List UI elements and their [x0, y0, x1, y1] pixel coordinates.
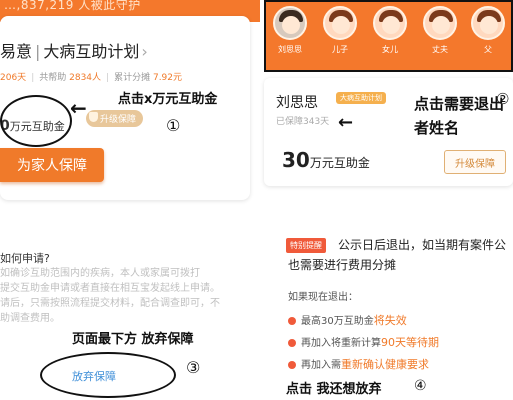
- plan-title[interactable]: 易意 | 大病互助计划 ›: [0, 38, 148, 62]
- notice-text-line1: 公示日后退出，如当期有案件公: [338, 238, 507, 252]
- member-avatar-item[interactable]: 女儿: [368, 6, 412, 55]
- plan-name: 大病互助计划: [43, 42, 140, 61]
- apply-description: 如确诊互助范围内的疾病，本人或家属可拨打 提交互助金申请或者直接在相互宝发起线上…: [0, 268, 220, 324]
- member-avatar-name: 丈夫: [432, 45, 448, 54]
- step-marker-2: ②: [496, 90, 510, 108]
- upgrade-badge[interactable]: 升级保障: [86, 110, 144, 127]
- member-avatar-name: 父: [484, 45, 492, 54]
- alert-dot-icon: [288, 361, 296, 369]
- avatar: [373, 6, 407, 40]
- chevron-right-icon: ›: [141, 42, 148, 61]
- annotation-step-3: 页面最下方 放弃保障: [72, 332, 194, 347]
- consequence-item: 最高30万互助金将失效: [288, 312, 407, 328]
- plan-badge: 大病互助计划: [336, 92, 386, 104]
- step-marker-3: ③: [186, 358, 201, 377]
- member-name[interactable]: 刘思思: [276, 92, 318, 112]
- consequence-item: 再加入需重新确认健康要求: [288, 356, 429, 372]
- protect-family-button[interactable]: 为家人保障: [0, 148, 104, 182]
- avatar: [423, 6, 457, 40]
- member-avatar-item[interactable]: 父: [466, 6, 510, 55]
- plan-stats: 206天 | 共帮助 2834人 | 累计分摊 7.92元: [0, 73, 183, 83]
- plan-title-left: 易意: [0, 42, 33, 61]
- annotation-step-1: 点击x万元互助金: [118, 92, 218, 107]
- annotation-arrow-icon: ←: [338, 112, 354, 133]
- consequence-item: 再加入将重新计算90天等待期: [288, 334, 439, 350]
- annotation-step-4: 点击 我还想放弃: [286, 382, 382, 397]
- avatar: [471, 6, 505, 40]
- step-marker-1: ①: [166, 116, 181, 135]
- if-exit-heading: 如果现在退出：: [288, 292, 358, 303]
- alert-dot-icon: [288, 339, 296, 347]
- member-avatar-name: 刘思思: [278, 45, 302, 54]
- days-stat: 206天: [0, 73, 27, 83]
- member-avatar-name: 儿子: [332, 45, 348, 54]
- member-avatar-item[interactable]: 儿子: [318, 6, 362, 55]
- step-marker-4: ④: [414, 378, 427, 394]
- how-to-apply-heading: 如何申请?: [0, 252, 50, 265]
- avatar: [273, 6, 307, 40]
- member-avatar-item[interactable]: 丈夫: [418, 6, 462, 55]
- member-aid-amount: 30万元互助金: [282, 148, 370, 172]
- protected-count-text: …,837,219 人被此守护: [4, 0, 141, 12]
- shared-stat: 7.92元: [152, 73, 183, 83]
- annotation-ellipse: [0, 95, 72, 147]
- shield-icon: [89, 112, 98, 122]
- title-divider: |: [35, 42, 41, 61]
- notice-text-line2: 也需要进行费用分摊: [288, 258, 397, 272]
- avatar: [323, 6, 357, 40]
- alert-dot-icon: [288, 317, 296, 325]
- special-notice-tag: 特别提醒: [286, 238, 326, 253]
- upgrade-button[interactable]: 升级保障: [444, 150, 506, 174]
- give-up-protection-link[interactable]: 放弃保障: [72, 368, 116, 384]
- member-avatar-name: 女儿: [382, 45, 398, 54]
- helped-stat: 2834人: [69, 73, 102, 83]
- annotation-arrow-icon: ←: [70, 96, 87, 120]
- member-avatar-item[interactable]: 刘思思: [268, 6, 312, 55]
- protected-days: 已保障343天: [276, 117, 330, 127]
